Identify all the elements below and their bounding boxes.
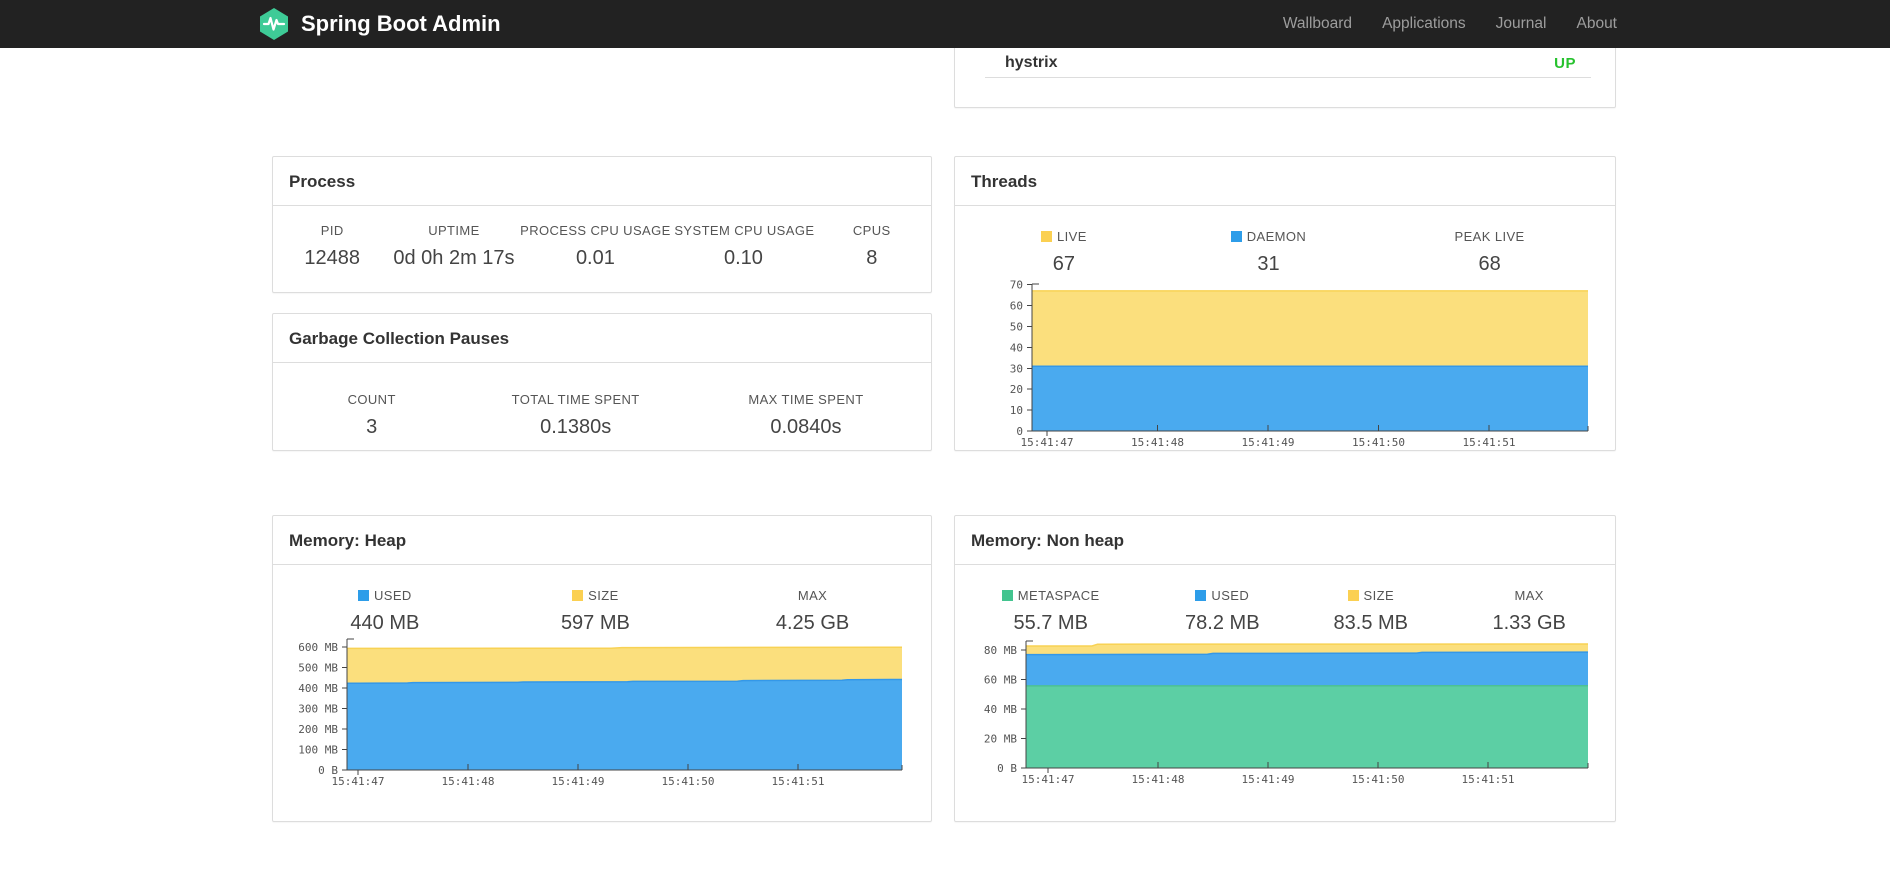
health-name: hystrix [1005,54,1058,71]
stat-process-cpu: PROCESS CPU USAGE 0.01 [520,223,671,269]
stat-gc-max-time: MAX TIME SPENT 0.0840s [748,392,864,438]
process-panel-title: Process [273,157,931,206]
legend-peak-live: PEAK LIVE 68 [1454,229,1525,275]
svg-text:20 MB: 20 MB [984,732,1017,745]
brand-logo-icon [257,7,291,41]
stat-uptime: UPTIME 0d 0h 2m 17s [393,223,515,269]
navbar: Spring Boot Admin Wallboard Applications… [0,0,1890,48]
nonheap-chart[interactable]: 0 B 20 MB 40 MB 60 MB 80 MB 15:41:47 15:41:48 1… [955,631,1617,822]
svg-text:15:41:51: 15:41:51 [772,775,825,788]
nonheap-size-swatch-icon [1347,590,1359,601]
svg-text:15:41:51: 15:41:51 [1462,773,1515,786]
threads-panel: Threads LIVE 67 DAEMON 31 PEAK LIVE 68 0… [954,156,1616,451]
svg-text:15:41:50: 15:41:50 [1352,436,1405,449]
svg-text:15:41:48: 15:41:48 [1131,436,1184,449]
brand[interactable]: Spring Boot Admin [257,0,501,48]
legend-daemon: DAEMON 31 [1173,228,1364,279]
process-stats: PID 12488 UPTIME 0d 0h 2m 17s PROCESS CP… [273,206,931,273]
svg-text:300 MB: 300 MB [298,703,338,716]
health-row-hystrix: hystrix UP [985,49,1591,78]
nonheap-legend: METASPACE 55.7 MB USED 78.2 MB SIZE 83.5… [955,565,1615,638]
gc-stats: COUNT 3 TOTAL TIME SPENT 0.1380s MAX TIM… [273,363,931,442]
stat-gc-total-time: TOTAL TIME SPENT 0.1380s [511,392,640,438]
gc-panel: Garbage Collection Pauses COUNT 3 TOTAL … [272,313,932,451]
svg-text:40: 40 [1010,341,1023,354]
gc-panel-title: Garbage Collection Pauses [273,314,931,363]
stat-system-cpu: SYSTEM CPU USAGE 0.10 [674,223,815,269]
svg-text:40 MB: 40 MB [984,703,1017,716]
legend-live: LIVE 67 [955,228,1173,279]
svg-text:60 MB: 60 MB [984,673,1017,686]
nav-item-journal[interactable]: Journal [1481,15,1562,33]
heap-chart[interactable]: 0 B100 MB200 MB300 MB400 MB500 MB600 MB1… [273,631,933,822]
svg-text:15:41:49: 15:41:49 [552,775,605,788]
svg-text:60: 60 [1010,300,1023,313]
nonheap-panel-title: Memory: Non heap [955,516,1615,565]
svg-text:15:41:50: 15:41:50 [662,775,715,788]
threads-panel-title: Threads [955,157,1615,206]
daemon-swatch-icon [1230,231,1242,242]
svg-text:70: 70 [1010,279,1023,292]
svg-text:15:41:48: 15:41:48 [1132,773,1185,786]
svg-text:15:41:49: 15:41:49 [1242,773,1295,786]
svg-text:200 MB: 200 MB [298,723,338,736]
svg-text:600 MB: 600 MB [298,641,338,654]
page: hystrix UP Spring Boot Admin Wallboard A… [0,0,1890,892]
process-panel: Process PID 12488 UPTIME 0d 0h 2m 17s PR… [272,156,932,293]
svg-text:80 MB: 80 MB [984,644,1017,657]
nav-item-about[interactable]: About [1561,15,1632,33]
nav-item-applications[interactable]: Applications [1367,15,1481,33]
live-swatch-icon [1041,231,1052,242]
status-badge: UP [1554,54,1576,72]
stat-cpus: CPUS 8 [852,223,891,269]
svg-text:400 MB: 400 MB [298,682,338,695]
heap-panel: Memory: Heap USED 440 MB SIZE 597 MB MAX… [272,515,932,822]
svg-text:15:41:47: 15:41:47 [332,775,385,788]
svg-text:15:41:50: 15:41:50 [1352,773,1405,786]
svg-text:15:41:48: 15:41:48 [442,775,495,788]
stat-gc-count: COUNT 3 [347,392,396,438]
svg-text:15:41:49: 15:41:49 [1242,436,1295,449]
svg-text:15:41:47: 15:41:47 [1022,773,1075,786]
nonheap-panel: Memory: Non heap METASPACE 55.7 MB USED … [954,515,1616,822]
heap-panel-title: Memory: Heap [273,516,931,565]
heap-size-swatch-icon [572,590,584,601]
svg-text:50: 50 [1010,320,1023,333]
metaspace-swatch-icon [1001,590,1013,601]
svg-text:0 B: 0 B [997,762,1017,775]
svg-text:15:41:51: 15:41:51 [1463,436,1516,449]
svg-text:20: 20 [1010,383,1023,396]
stat-pid: PID 12488 [304,223,361,269]
svg-text:100 MB: 100 MB [298,744,338,757]
heap-legend: USED 440 MB SIZE 597 MB MAX 4.25 GB [273,565,931,638]
svg-text:30: 30 [1010,362,1023,375]
nav-item-wallboard[interactable]: Wallboard [1268,15,1367,33]
svg-text:15:41:47: 15:41:47 [1021,436,1074,449]
heap-used-swatch-icon [358,590,369,601]
nonheap-used-swatch-icon [1195,590,1207,601]
svg-text:500 MB: 500 MB [298,662,338,675]
threads-legend: LIVE 67 DAEMON 31 PEAK LIVE 68 [955,206,1615,279]
svg-text:10: 10 [1010,404,1023,417]
brand-title: Spring Boot Admin [301,11,501,36]
nav-items: Wallboard Applications Journal About [1268,0,1632,48]
threads-chart[interactable]: 01020304050607015:41:47 15:41:48 15:41:49 1… [955,277,1617,452]
